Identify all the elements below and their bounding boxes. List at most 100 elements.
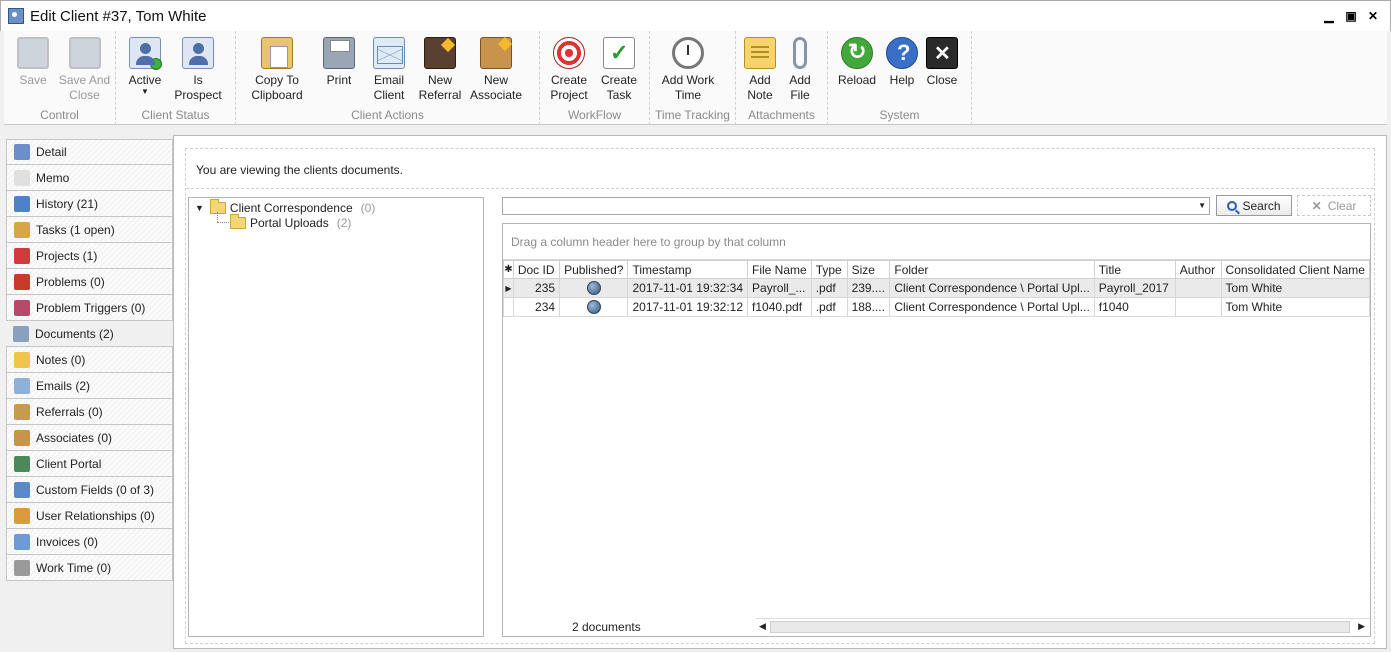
active-person-icon xyxy=(129,37,162,70)
cell-file-name: Payroll_... xyxy=(747,278,812,298)
tree-node-portal-uploads[interactable]: Portal Uploads (2) xyxy=(230,214,352,231)
close-window-button[interactable]: ✕ xyxy=(1366,9,1380,23)
sidebar-item-label: Problems (0) xyxy=(36,274,105,289)
column-header-file-name[interactable]: File Name xyxy=(747,260,812,279)
column-header-author[interactable]: Author xyxy=(1174,260,1222,279)
cell-timestamp: 2017-11-01 19:32:12 xyxy=(627,297,749,317)
sidebar-item-invoices[interactable]: Invoices (0) xyxy=(6,529,173,555)
column-header-timestamp[interactable]: Timestamp xyxy=(627,260,749,279)
cell-doc-id: 234 xyxy=(512,297,561,317)
sidebar-item-label: User Relationships (0) xyxy=(36,508,155,523)
column-header-consolidated-client-name[interactable]: Consolidated Client Name xyxy=(1220,260,1371,279)
user-relationships-icon xyxy=(14,507,30,524)
column-header-folder[interactable]: Folder xyxy=(889,260,1095,279)
sidebar-item-label: Custom Fields (0 of 3) xyxy=(36,482,155,497)
target-icon xyxy=(553,37,585,69)
sidebar-item-history[interactable]: History (21) xyxy=(6,191,173,217)
sidebar-item-documents[interactable]: Documents (2) xyxy=(6,321,173,347)
cell-timestamp: 2017-11-01 19:32:34 xyxy=(627,278,749,298)
history-icon xyxy=(14,195,30,212)
sidebar-item-associates[interactable]: Associates (0) xyxy=(6,425,173,451)
sidebar-item-user-relationships[interactable]: User Relationships (0) xyxy=(6,503,173,529)
sidebar-item-work-time[interactable]: Work Time (0) xyxy=(6,555,173,581)
problems-icon xyxy=(14,273,30,290)
search-icon xyxy=(1227,200,1238,211)
sidebar-item-label: Documents (2) xyxy=(35,326,114,341)
column-header-size[interactable]: Size xyxy=(846,260,891,279)
clear-button[interactable]: ✕ Clear xyxy=(1297,195,1371,216)
sidebar-item-custom-fields[interactable]: Custom Fields (0 of 3) xyxy=(6,477,173,503)
sidebar-item-label: Memo xyxy=(36,170,70,185)
folder-tree: ▼ Client Correspondence (0) Portal Uploa… xyxy=(188,197,484,637)
cell-type: .pdf xyxy=(810,297,848,317)
row-indicator[interactable]: ▶ xyxy=(503,278,514,298)
chevron-down-icon[interactable]: ▼ xyxy=(1198,201,1206,210)
chevron-down-icon[interactable]: ▼ xyxy=(195,203,204,213)
tree-node-label: Portal Uploads xyxy=(250,216,329,230)
group-label-client-actions: Client Actions xyxy=(351,108,424,122)
column-header-published[interactable]: Published? xyxy=(559,260,629,279)
cell-type: .pdf xyxy=(810,278,848,298)
published-globe-icon xyxy=(586,281,601,296)
horizontal-scrollbar[interactable]: ◀ ▶ xyxy=(756,618,1370,634)
minimize-button[interactable]: ▁ xyxy=(1322,9,1336,23)
sidebar-item-emails[interactable]: Emails (2) xyxy=(6,373,173,399)
floppy-close-icon xyxy=(68,37,101,69)
notes-icon xyxy=(14,351,30,368)
sidebar-item-client-portal[interactable]: Client Portal xyxy=(6,451,173,477)
group-label-system: System xyxy=(879,108,920,122)
group-label-control: Control xyxy=(40,108,79,122)
sidebar-item-label: Referrals (0) xyxy=(36,404,103,419)
clipboard-icon xyxy=(261,37,293,69)
cell-file-name: f1040.pdf xyxy=(747,297,812,317)
sidebar-item-label: Projects (1) xyxy=(36,248,98,263)
search-input[interactable]: ▼ xyxy=(502,197,1210,215)
row-indicator-header[interactable]: ✱ xyxy=(503,260,514,279)
ribbon-group-control: Save Save And Close Control xyxy=(4,31,116,125)
row-indicator[interactable] xyxy=(503,297,514,317)
sidebar-item-label: Client Portal xyxy=(36,456,102,471)
sidebar-item-problem-triggers[interactable]: Problem Triggers (0) xyxy=(6,295,173,321)
sidebar-item-memo[interactable]: Memo xyxy=(6,165,173,191)
sidebar-item-detail[interactable]: Detail xyxy=(6,139,173,165)
window-titlebar: Edit Client #37, Tom White ▁ ▣ ✕ xyxy=(0,0,1391,31)
group-label-time-tracking: Time Tracking xyxy=(655,108,730,122)
tree-node-client-correspondence[interactable]: ▼ Client Correspondence (0) xyxy=(195,199,375,216)
sidebar-item-tasks[interactable]: Tasks (1 open) xyxy=(6,217,173,243)
sticky-note-icon xyxy=(744,37,776,69)
documents-grid: Drag a column header here to group by th… xyxy=(502,223,1371,637)
documents-table: ✱ Doc ID Published? Timestamp File Name … xyxy=(503,260,1371,317)
cell-published xyxy=(559,297,629,317)
maximize-button[interactable]: ▣ xyxy=(1344,9,1358,23)
table-row[interactable]: 234 2017-11-01 19:32:12 f1040.pdf .pdf 1… xyxy=(503,297,1371,317)
tree-node-count: (2) xyxy=(336,216,352,230)
column-header-type[interactable]: Type xyxy=(810,260,848,279)
scroll-left-icon[interactable]: ◀ xyxy=(759,621,766,632)
group-by-hint[interactable]: Drag a column header here to group by th… xyxy=(503,224,1370,260)
group-label-client-status: Client Status xyxy=(141,108,210,122)
client-card-icon xyxy=(8,8,24,24)
tree-node-label: Client Correspondence xyxy=(229,201,353,215)
search-button[interactable]: Search xyxy=(1216,195,1292,216)
sidebar-item-referrals[interactable]: Referrals (0) xyxy=(6,399,173,425)
window-title: Edit Client #37, Tom White xyxy=(30,7,207,25)
table-row[interactable]: ▶ 235 2017-11-01 19:32:34 Payroll_... .p… xyxy=(503,278,1371,298)
sidebar-item-projects[interactable]: Projects (1) xyxy=(6,243,173,269)
scroll-thumb[interactable] xyxy=(770,621,1350,633)
ribbon-group-client-actions: Copy To Clipboard Print Email Client New… xyxy=(236,31,540,125)
checklist-icon xyxy=(603,37,635,69)
projects-icon xyxy=(14,247,30,264)
cell-author xyxy=(1174,278,1222,298)
associate-person-icon xyxy=(480,37,512,69)
column-header-doc-id[interactable]: Doc ID xyxy=(512,260,561,279)
cell-client-name: Tom White xyxy=(1220,297,1371,317)
sidebar-item-notes[interactable]: Notes (0) xyxy=(6,347,173,373)
sidebar-item-label: Work Time (0) xyxy=(36,560,112,575)
cell-folder: Client Correspondence \ Portal Upl... xyxy=(889,278,1095,298)
documents-icon xyxy=(13,325,29,342)
sidebar-item-problems[interactable]: Problems (0) xyxy=(6,269,173,295)
ribbon-group-system: Reload Help Close System xyxy=(828,31,972,125)
scroll-right-icon[interactable]: ▶ xyxy=(1358,621,1365,632)
column-header-title[interactable]: Title xyxy=(1093,260,1176,279)
cell-published xyxy=(559,278,629,298)
